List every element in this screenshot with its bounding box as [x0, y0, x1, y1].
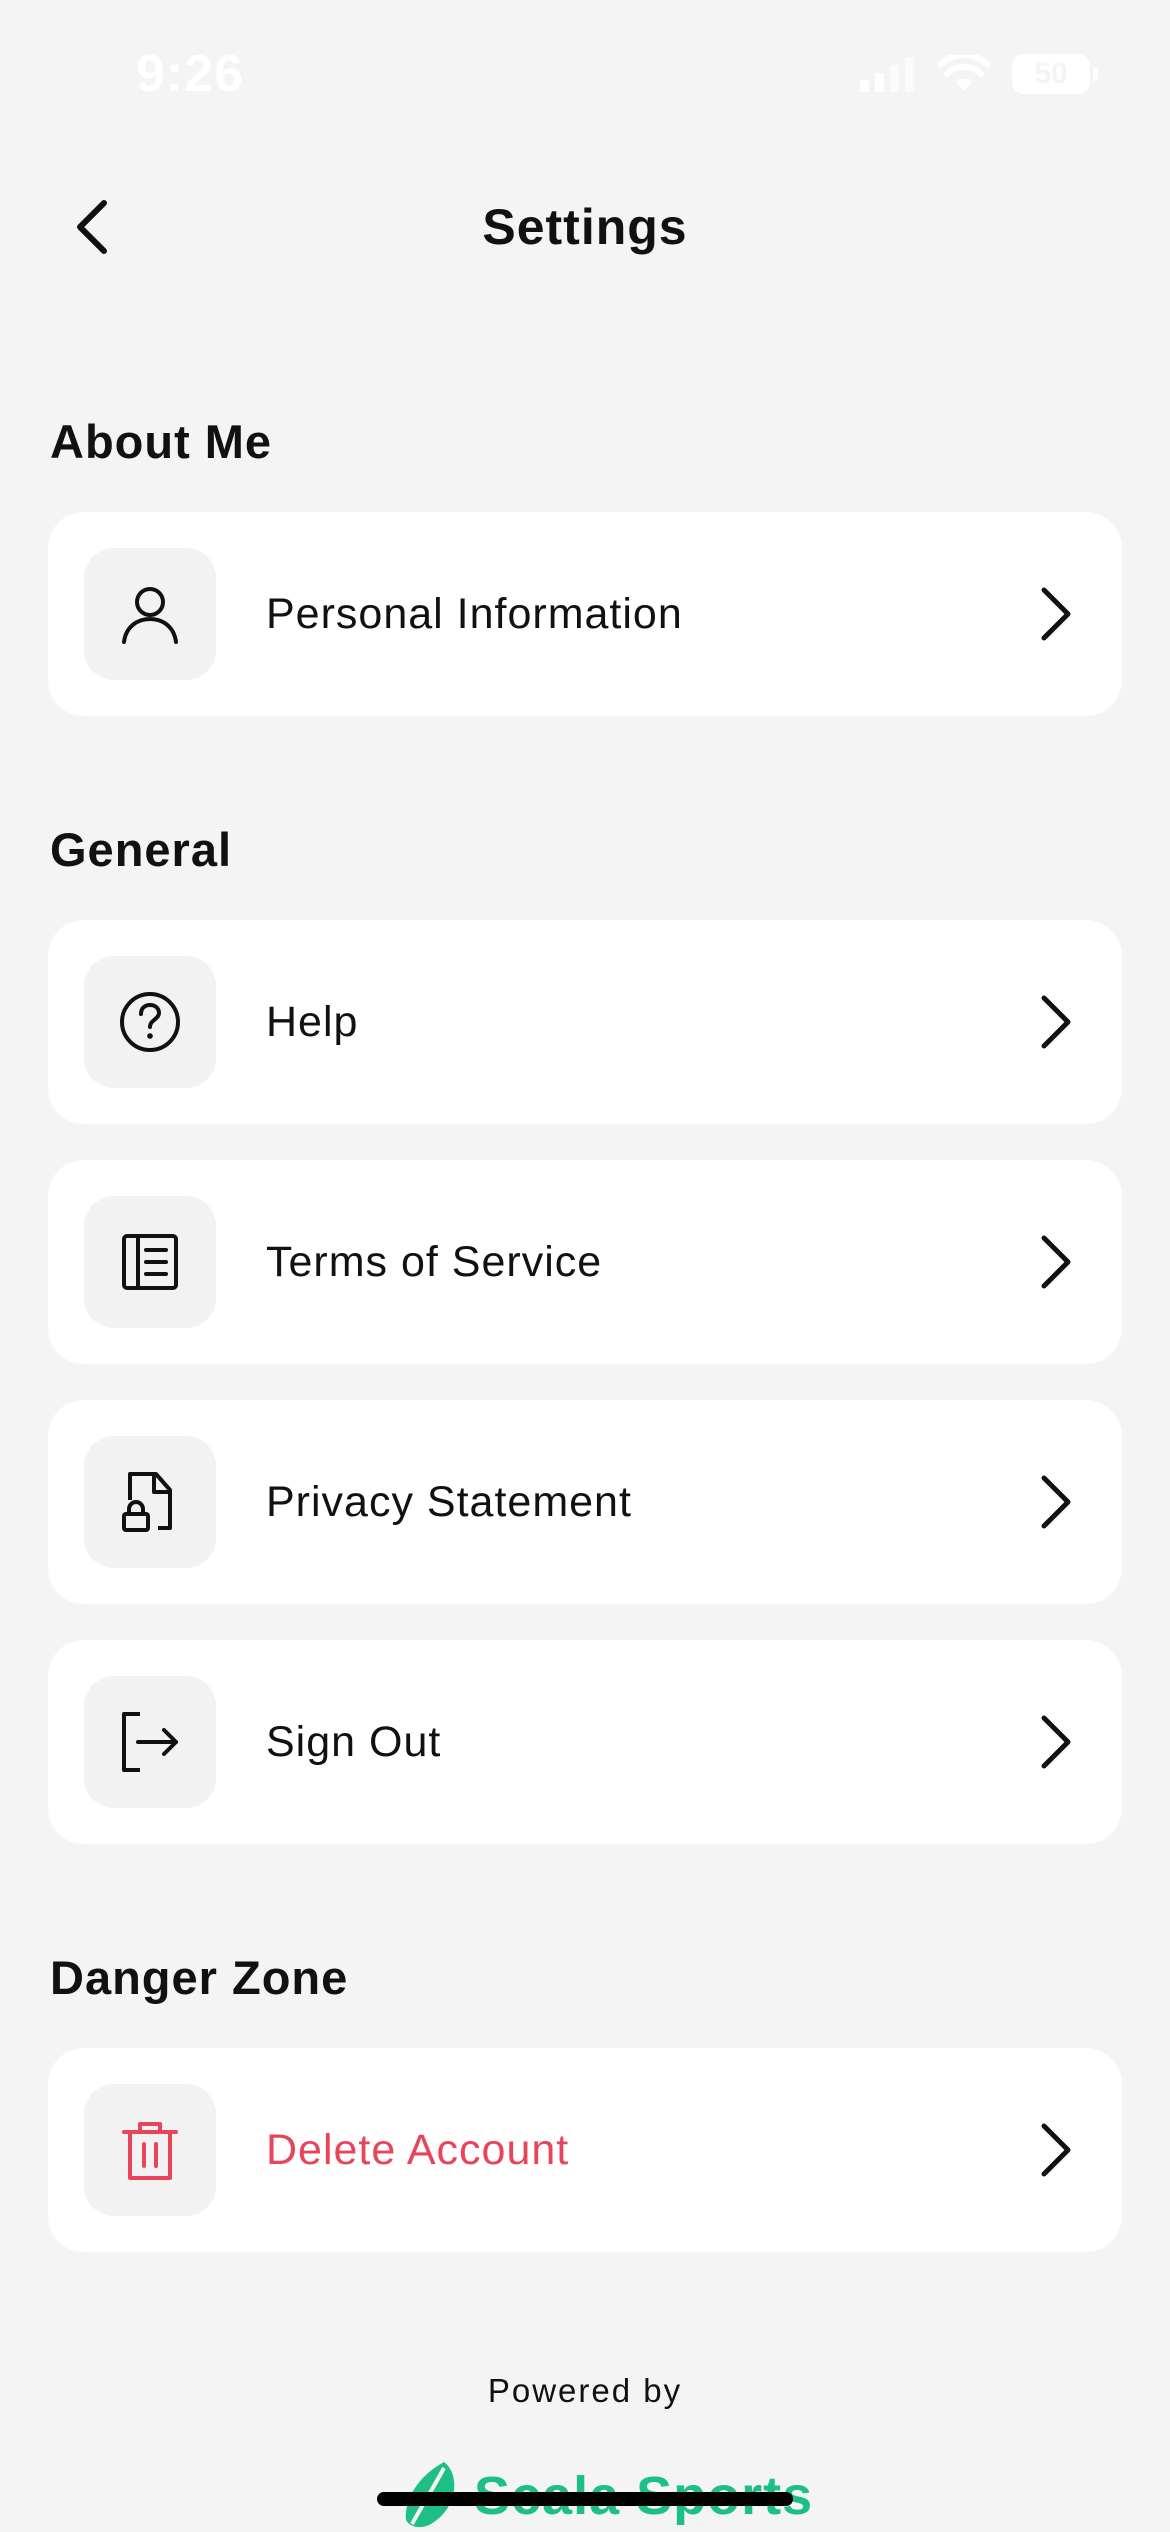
- battery-icon: 50: [1012, 54, 1098, 94]
- sign-out-icon: [122, 1712, 178, 1772]
- icon-box: [84, 2084, 216, 2216]
- row-label: Delete Account: [266, 2125, 570, 2174]
- trash-icon: [122, 2122, 178, 2180]
- help-row[interactable]: Help: [48, 920, 1122, 1124]
- page-title: Settings: [482, 199, 688, 255]
- powered-by-label: Powered by: [487, 2372, 683, 2409]
- nav-bar: Settings: [0, 170, 1170, 280]
- row-label: Help: [266, 997, 359, 1046]
- icon-box: [84, 1676, 216, 1808]
- chevron-right-icon: [1041, 1715, 1071, 1769]
- battery-level: 50: [1034, 57, 1068, 90]
- delete-account-row[interactable]: Delete Account: [48, 2048, 1122, 2252]
- chevron-right-icon: [1041, 1475, 1071, 1529]
- section-title-danger-zone: Danger Zone: [50, 1951, 349, 2004]
- person-icon: [122, 587, 178, 644]
- chevron-right-icon: [1041, 2123, 1071, 2177]
- chevron-right-icon: [1041, 995, 1071, 1049]
- chevron-right-icon: [1041, 1235, 1071, 1289]
- cellular-signal-icon: [860, 57, 914, 92]
- chevron-right-icon: [1041, 587, 1071, 641]
- icon-box: [84, 956, 216, 1088]
- status-bar: 9:26 50: [0, 0, 1170, 150]
- row-label: Privacy Statement: [266, 1477, 632, 1526]
- terms-of-service-row[interactable]: Terms of Service: [48, 1160, 1122, 1364]
- section-title-about-me: About Me: [50, 415, 273, 468]
- document-icon: [122, 1234, 178, 1290]
- icon-box: [84, 548, 216, 680]
- wifi-icon: [938, 55, 990, 91]
- home-indicator[interactable]: [377, 2492, 793, 2506]
- personal-information-row[interactable]: Personal Information: [48, 512, 1122, 716]
- icon-box: [84, 1196, 216, 1328]
- icon-box: [84, 1436, 216, 1568]
- row-label: Sign Out: [266, 1717, 442, 1766]
- status-icons: 50: [860, 54, 1098, 94]
- settings-screen: 9:26 50 Settings About Me Personal Infor…: [0, 0, 1170, 2532]
- locked-file-icon: [122, 1472, 172, 1532]
- section-title-general: General: [50, 823, 233, 876]
- sign-out-row[interactable]: Sign Out: [48, 1640, 1122, 1844]
- help-circle-icon: [120, 992, 180, 1052]
- status-time: 9:26: [136, 45, 245, 103]
- privacy-statement-row[interactable]: Privacy Statement: [48, 1400, 1122, 1604]
- row-label: Personal Information: [266, 589, 683, 638]
- row-label: Terms of Service: [266, 1237, 603, 1286]
